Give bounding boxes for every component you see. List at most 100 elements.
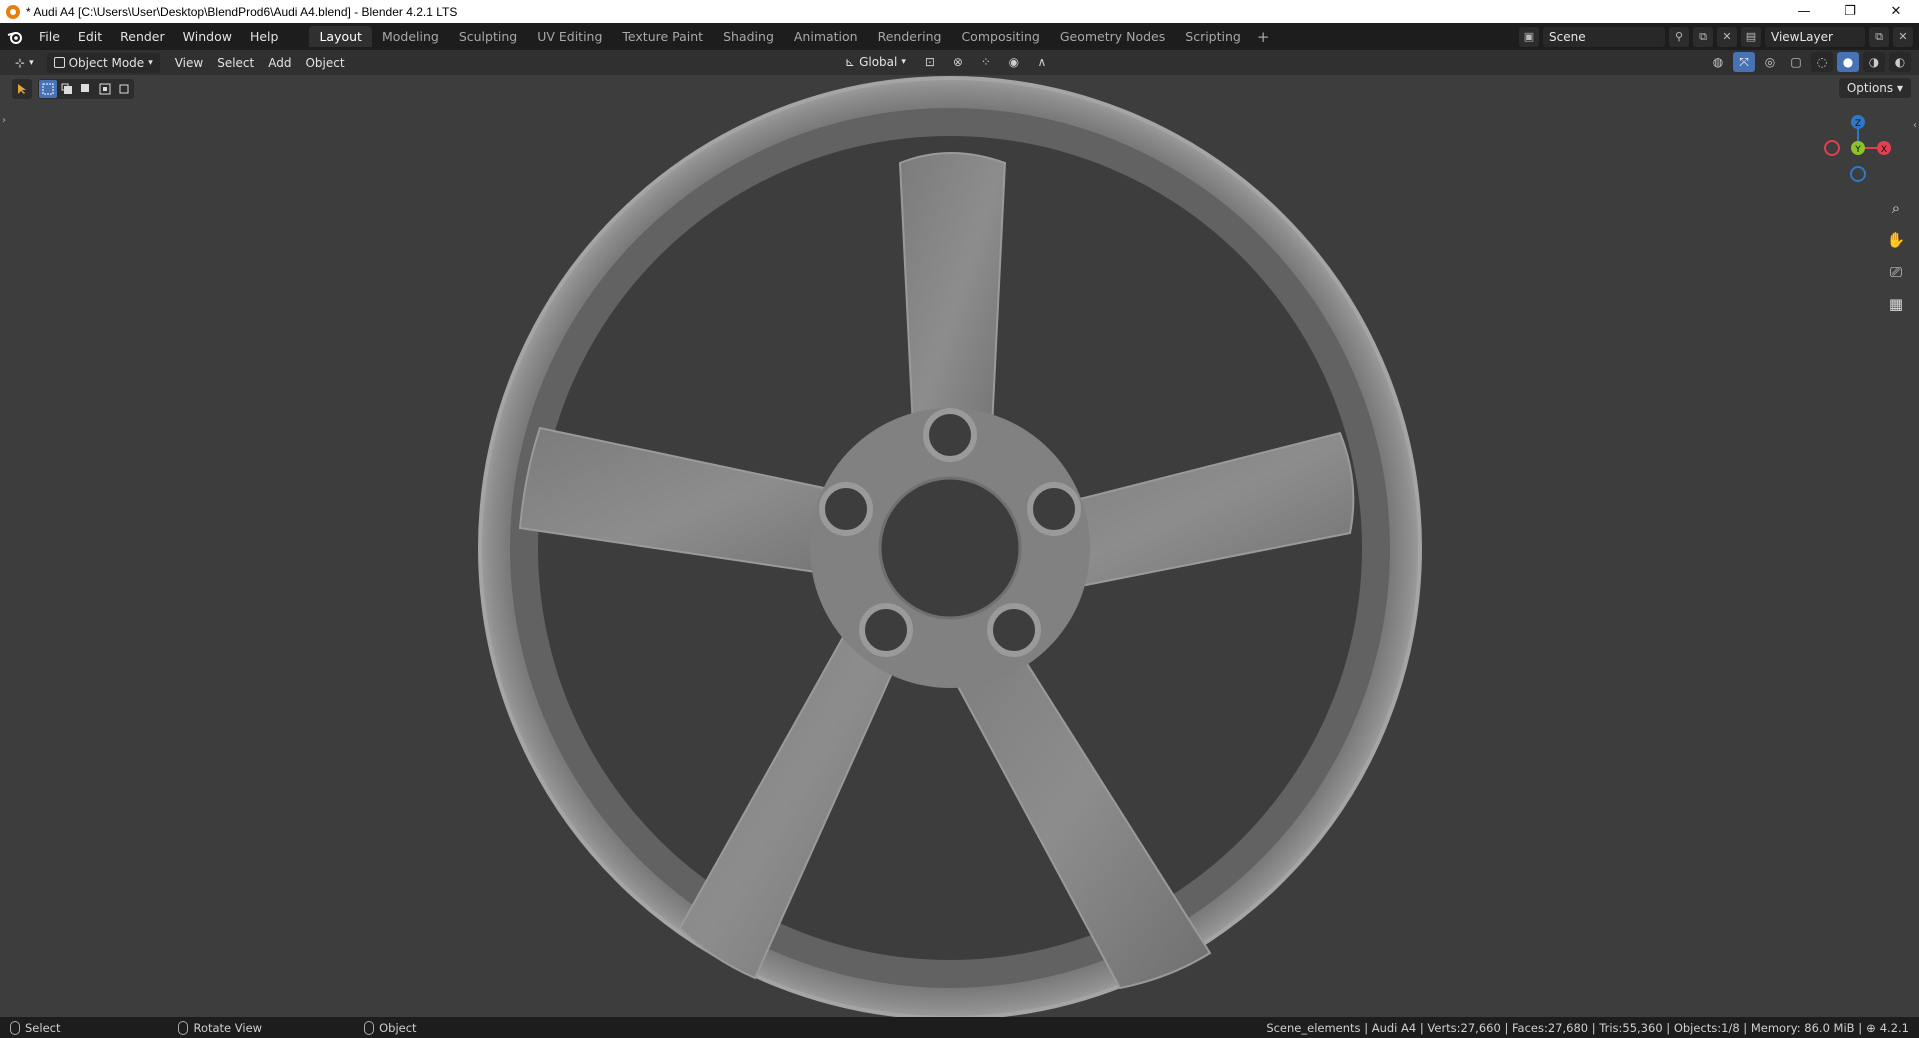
- options-label: Options: [1846, 81, 1894, 95]
- sidebar-expand-icon[interactable]: ‹: [1913, 120, 1917, 131]
- chevron-down-icon: ▾: [901, 57, 906, 67]
- visibility-icon[interactable]: ◍: [1707, 52, 1729, 72]
- select-invert-icon[interactable]: [96, 80, 114, 98]
- shading-solid-icon[interactable]: ●: [1837, 52, 1859, 72]
- gizmo-toggle-icon[interactable]: ⤧: [1733, 52, 1755, 72]
- xray-toggle-icon[interactable]: ▢: [1785, 52, 1807, 72]
- 3d-viewport[interactable]: › ‹ Options ▾ Z X Y ⌕ ✋ ⎚ ▦: [0, 75, 1919, 1017]
- close-button[interactable]: ✕: [1873, 0, 1919, 23]
- camera-view-icon[interactable]: ⎚: [1883, 259, 1909, 285]
- object-mode-icon: [53, 57, 65, 68]
- blender-version: 4.2.1: [1879, 1020, 1909, 1035]
- transform-orientation-dropdown[interactable]: ⊾ Global ▾: [838, 52, 913, 72]
- proportional-falloff-icon[interactable]: ∧: [1031, 52, 1053, 72]
- tab-layout[interactable]: Layout: [309, 26, 372, 47]
- select-subtract-icon[interactable]: [77, 80, 95, 98]
- restore-button[interactable]: ❐: [1827, 0, 1873, 23]
- tab-texture-paint[interactable]: Texture Paint: [612, 26, 713, 47]
- editor-type-icon: ⊹: [15, 55, 26, 70]
- top-bar: File Edit Render Window Help Layout Mode…: [0, 23, 1919, 50]
- select-intersect-icon[interactable]: [115, 80, 133, 98]
- scene-name-field[interactable]: Scene: [1543, 26, 1665, 47]
- window-title: * Audi A4 [C:\Users\User\Desktop\BlendPr…: [26, 4, 458, 19]
- select-new-icon[interactable]: [39, 80, 57, 98]
- snap-target-icon[interactable]: ⁘: [975, 52, 997, 72]
- pin-icon[interactable]: ⚲: [1669, 26, 1689, 47]
- zoom-icon[interactable]: ⌕: [1883, 195, 1909, 221]
- snap-toggle-icon[interactable]: ⊗: [947, 52, 969, 72]
- status-hint-label: Rotate View: [193, 1020, 263, 1035]
- new-scene-icon[interactable]: ⧉: [1693, 26, 1713, 47]
- lug-hole: [923, 408, 977, 462]
- blender-logo-icon[interactable]: [0, 23, 30, 50]
- proportional-edit-icon[interactable]: ◉: [1003, 52, 1025, 72]
- new-view-layer-icon[interactable]: ⧉: [1869, 26, 1889, 47]
- orientation-label: Global: [859, 55, 898, 69]
- tab-animation[interactable]: Animation: [784, 26, 868, 47]
- header-menu-add[interactable]: Add: [261, 53, 298, 73]
- gizmo-z-label: Z: [1855, 119, 1861, 129]
- mouse-middle-icon: [178, 1020, 189, 1035]
- blender-app-icon: [6, 4, 20, 19]
- toolbar-expand-icon[interactable]: ›: [2, 115, 6, 126]
- chevron-down-icon: ▾: [148, 57, 153, 68]
- navigation-tools: ⌕ ✋ ⎚ ▦: [1883, 195, 1909, 317]
- tab-uv-editing[interactable]: UV Editing: [527, 26, 612, 47]
- gizmo-neg-z-axis[interactable]: [1850, 166, 1866, 182]
- tab-modeling[interactable]: Modeling: [372, 26, 449, 47]
- status-hint-select: Select: [0, 1020, 61, 1035]
- status-hint-label: Object: [379, 1020, 417, 1035]
- options-dropdown[interactable]: Options ▾: [1838, 78, 1911, 98]
- workspace-tabs: Layout Modeling Sculpting UV Editing Tex…: [309, 23, 1275, 50]
- header-menu-object[interactable]: Object: [298, 53, 351, 73]
- view-layer-name: ViewLayer: [1771, 29, 1833, 44]
- status-bar: Select Rotate View Object Scene_elements…: [0, 1017, 1919, 1038]
- shading-material-icon[interactable]: ◑: [1863, 52, 1885, 72]
- menu-help[interactable]: Help: [241, 27, 288, 47]
- gizmo-x-label: X: [1881, 145, 1887, 155]
- status-hint-object: Object: [262, 1020, 417, 1035]
- header-menu-view[interactable]: View: [168, 53, 210, 73]
- selection-mode-group: [38, 79, 134, 99]
- menu-file[interactable]: File: [30, 27, 69, 47]
- tab-scripting[interactable]: Scripting: [1175, 26, 1251, 47]
- navigation-gizmo[interactable]: Z X Y: [1818, 108, 1898, 188]
- mode-label: Object Mode: [68, 55, 145, 70]
- wheel-model[interactable]: [470, 75, 1430, 1017]
- shading-rendered-icon[interactable]: ◐: [1889, 52, 1911, 72]
- pivot-point-icon[interactable]: ⊡: [919, 52, 941, 72]
- menu-edit[interactable]: Edit: [69, 27, 111, 47]
- tab-compositing[interactable]: Compositing: [951, 26, 1049, 47]
- menu-window[interactable]: Window: [174, 27, 241, 47]
- delete-view-layer-icon[interactable]: ✕: [1893, 26, 1913, 47]
- tab-shading[interactable]: Shading: [713, 26, 784, 47]
- header-menu-select[interactable]: Select: [210, 53, 261, 73]
- network-icon: ⊕: [1866, 1020, 1876, 1035]
- mouse-left-icon: [10, 1020, 20, 1035]
- minimize-button[interactable]: —: [1781, 0, 1827, 23]
- add-workspace-button[interactable]: +: [1251, 28, 1276, 46]
- tab-rendering[interactable]: Rendering: [868, 26, 952, 47]
- lug-hole: [987, 603, 1041, 657]
- overlay-toggle-icon[interactable]: ◎: [1759, 52, 1781, 72]
- viewport-header: ⊹ ▾ Object Mode ▾ View Select Add Object …: [0, 50, 1919, 75]
- lug-hole: [1027, 482, 1081, 536]
- delete-scene-icon[interactable]: ✕: [1717, 26, 1737, 47]
- view-layer-icon[interactable]: ▤: [1741, 26, 1761, 47]
- gizmo-neg-x-axis[interactable]: [1824, 140, 1840, 156]
- select-extend-icon[interactable]: [58, 80, 76, 98]
- status-hint-rotate: Rotate View: [60, 1020, 263, 1035]
- pan-hand-icon[interactable]: ✋: [1883, 227, 1909, 253]
- perspective-grid-icon[interactable]: ▦: [1883, 291, 1909, 317]
- mode-dropdown[interactable]: Object Mode ▾: [46, 52, 160, 73]
- editor-type-button[interactable]: ⊹ ▾: [8, 53, 41, 73]
- window-titlebar: * Audi A4 [C:\Users\User\Desktop\BlendPr…: [0, 0, 1919, 23]
- menu-render[interactable]: Render: [111, 27, 174, 47]
- status-hint-label: Select: [25, 1020, 61, 1035]
- tab-sculpting[interactable]: Sculpting: [449, 26, 527, 47]
- tab-geometry-nodes[interactable]: Geometry Nodes: [1050, 26, 1175, 47]
- scene-selector-icon[interactable]: ▣: [1519, 26, 1539, 47]
- shading-wireframe-icon[interactable]: ◌: [1811, 52, 1833, 72]
- select-tool-icon[interactable]: [12, 79, 32, 99]
- view-layer-field[interactable]: ViewLayer: [1765, 26, 1865, 47]
